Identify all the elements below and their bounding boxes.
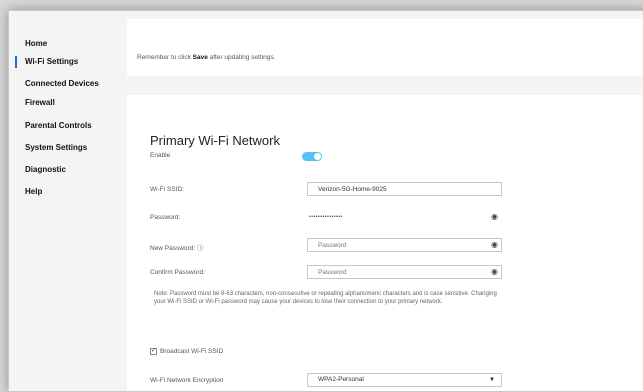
broadcast-ssid-checkbox[interactable]: ✓: [150, 348, 157, 355]
sidebar-item-diagnostic[interactable]: Diagnostic: [9, 161, 119, 179]
enable-label: Enable: [150, 152, 171, 159]
eye-icon[interactable]: ◉: [491, 240, 498, 249]
sidebar: Home Wi-Fi Settings Connected Devices Fi…: [9, 11, 123, 391]
enable-toggle[interactable]: [302, 152, 322, 161]
new-password-input[interactable]: [307, 238, 502, 252]
sidebar-item-firewall[interactable]: Firewall: [9, 94, 119, 112]
sidebar-item-help[interactable]: Help: [9, 183, 119, 201]
confirm-password-label: Confirm Password:: [150, 269, 205, 276]
save-reminder-banner: Remember to click Save after updating se…: [127, 19, 643, 76]
ssid-input[interactable]: [307, 182, 502, 196]
eye-icon[interactable]: ◉: [491, 267, 498, 276]
new-password-label: New Password: ⓘ: [150, 245, 204, 252]
section-title: Primary Wi-Fi Network: [150, 133, 280, 148]
password-note: Note: Password must be 8-63 characters, …: [154, 291, 497, 305]
ssid-label: Wi-Fi SSID:: [150, 186, 184, 193]
save-reminder-text: Remember to click Save after updating se…: [137, 54, 276, 61]
primary-wifi-panel: Primary Wi-Fi Network Enable Wi-Fi SSID:…: [127, 95, 643, 391]
router-admin-window: Home Wi-Fi Settings Connected Devices Fi…: [8, 10, 643, 392]
sidebar-item-connected-devices[interactable]: Connected Devices: [9, 75, 119, 93]
password-label: Password:: [150, 214, 181, 221]
sidebar-item-system-settings[interactable]: System Settings: [9, 139, 119, 157]
sidebar-item-wifi-settings[interactable]: Wi-Fi Settings: [9, 53, 119, 71]
broadcast-ssid-label: Broadcast Wi-Fi SSID: [160, 348, 224, 355]
main-content: Remember to click Save after updating se…: [127, 11, 643, 391]
encryption-selected-value: WPA2-Personal: [318, 376, 364, 383]
sidebar-item-parental-controls[interactable]: Parental Controls: [9, 117, 119, 135]
eye-icon[interactable]: ◉: [491, 212, 498, 221]
confirm-password-input[interactable]: [307, 265, 502, 279]
sidebar-item-home[interactable]: Home: [9, 35, 119, 53]
password-masked-value: •••••••••••••••: [309, 214, 343, 220]
encryption-label: Wi-Fi Network Encryption: [150, 377, 224, 384]
chevron-down-icon: ▼: [489, 377, 495, 383]
encryption-select[interactable]: WPA2-Personal ▼: [307, 373, 502, 387]
